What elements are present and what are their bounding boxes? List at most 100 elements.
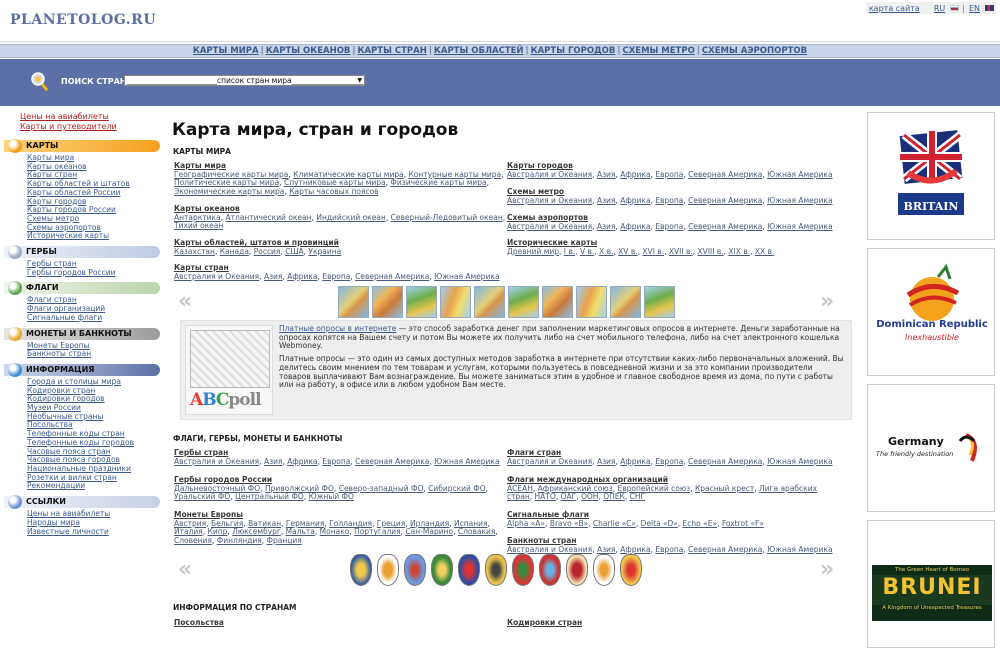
category-link[interactable]: Северная Америка — [355, 272, 429, 281]
category-link[interactable]: Африка — [620, 170, 650, 179]
category-link[interactable]: Alpha «A» — [507, 519, 545, 528]
category-link[interactable]: Европа — [655, 545, 683, 554]
category-link[interactable]: Австралия и Океания — [507, 545, 592, 554]
nav-link[interactable]: КАРТЫ МИРА — [193, 46, 259, 56]
category-link[interactable]: Африка — [620, 545, 650, 554]
map-thumbnail[interactable] — [406, 286, 437, 318]
category-link[interactable]: ОПЕК — [603, 492, 625, 501]
category-link[interactable]: Монако — [320, 527, 350, 536]
category-link[interactable]: Сан-Марино — [405, 527, 453, 536]
category-link[interactable]: Северная Америка — [688, 222, 762, 231]
map-thumbnail[interactable] — [474, 286, 505, 318]
germany-ad[interactable]: Germany The friendly destination — [867, 384, 995, 512]
coat-of-arms-thumbnail[interactable] — [539, 554, 561, 586]
category-link[interactable]: Южный ФО — [309, 492, 354, 501]
category-link[interactable]: Северная Америка — [355, 457, 429, 466]
sidebar-section-header[interactable]: КАРТЫ — [4, 139, 160, 153]
category-link[interactable]: США — [285, 247, 303, 256]
category-link[interactable]: XIX в. — [728, 247, 750, 256]
country-select[interactable]: ________________________список стран мир… — [124, 75, 365, 86]
category-link[interactable]: Азия — [597, 457, 616, 466]
category-link[interactable]: Африка — [287, 457, 317, 466]
category-link[interactable]: Северная Америка — [688, 196, 762, 205]
lang-en-link[interactable]: EN — [966, 4, 983, 13]
category-link[interactable]: ООН — [581, 492, 598, 501]
nav-link[interactable]: КАРТЫ СТРАН — [358, 46, 427, 56]
map-thumbnail[interactable] — [508, 286, 539, 318]
map-thumbnail[interactable] — [338, 286, 369, 318]
category-link[interactable]: СНГ — [630, 492, 645, 501]
category-link[interactable]: ОАГ — [561, 492, 577, 501]
category-link[interactable]: Австралия и Океания — [507, 170, 592, 179]
brunei-ad[interactable]: The Green Heart of Borneo BRUNEI A Kingd… — [867, 520, 995, 648]
map-thumbnail[interactable] — [440, 286, 471, 318]
sidebar-section-header[interactable]: ФЛАГИ — [4, 281, 160, 296]
category-link[interactable]: Европа — [322, 272, 350, 281]
carousel-prev-button[interactable]: « — [178, 291, 192, 313]
map-thumbnail[interactable] — [542, 286, 573, 318]
category-link[interactable]: Индийский океан — [316, 213, 385, 222]
category-link[interactable]: Европа — [655, 222, 683, 231]
category-link[interactable]: Charlie «C» — [593, 519, 636, 528]
sidebar-link[interactable]: Сигнальные флаги — [27, 313, 160, 323]
category-link[interactable]: XX в. — [755, 247, 774, 256]
sidebar-link[interactable]: Исторические карты — [27, 232, 160, 241]
category-link[interactable]: Европа — [655, 196, 683, 205]
sidebar-link[interactable]: Известные личности — [27, 527, 160, 537]
coat-of-arms-thumbnail[interactable] — [404, 554, 426, 586]
lang-ru-link[interactable]: RU — [931, 4, 948, 13]
category-link[interactable]: Южная Америка — [434, 272, 499, 281]
category-link[interactable]: Азия — [597, 170, 616, 179]
coat-of-arms-thumbnail[interactable] — [485, 554, 507, 586]
category-link[interactable]: XVIII в. — [698, 247, 724, 256]
category-link[interactable]: V в. — [580, 247, 594, 256]
category-link[interactable]: Австралия и Океания — [174, 272, 259, 281]
category-link[interactable]: Азия — [597, 196, 616, 205]
coat-of-arms-thumbnail[interactable] — [350, 554, 372, 586]
category-link[interactable]: Россия — [254, 247, 281, 256]
category-link[interactable]: XV в. — [618, 247, 637, 256]
category-link[interactable]: Южная Америка — [767, 545, 832, 554]
sidebar-section-header[interactable]: МОНЕТЫ И БАНКНОТЫ — [4, 326, 160, 341]
category-link[interactable]: Словакия — [458, 527, 496, 536]
category-title[interactable]: Посольства — [174, 618, 506, 628]
category-link[interactable]: Европа — [655, 457, 683, 466]
category-link[interactable]: Северная Америка — [688, 545, 762, 554]
nav-link[interactable]: КАРТЫ ГОРОДОВ — [531, 46, 616, 56]
category-link[interactable]: Bravo «B» — [550, 519, 588, 528]
nav-link[interactable]: КАРТЫ ОКЕАНОВ — [266, 46, 351, 56]
category-link[interactable]: X в. — [599, 247, 613, 256]
nav-link[interactable]: СХЕМЫ МЕТРО — [622, 46, 694, 56]
category-link[interactable]: Европа — [322, 457, 350, 466]
category-link[interactable]: Канада — [220, 247, 249, 256]
sidebar-top-link[interactable]: Карты и путеводители — [20, 122, 160, 132]
category-link[interactable]: Южная Америка — [434, 457, 499, 466]
category-link[interactable]: Экономические карты мира — [174, 187, 284, 196]
category-link[interactable]: Африка — [620, 196, 650, 205]
coat-of-arms-thumbnail[interactable] — [593, 554, 615, 586]
coat-of-arms-thumbnail[interactable] — [620, 554, 642, 586]
coat-of-arms-thumbnail[interactable] — [566, 554, 588, 586]
category-link[interactable]: Южная Америка — [767, 196, 832, 205]
category-link[interactable]: Тихий океан — [174, 221, 223, 230]
category-link[interactable]: Австралия и Океания — [174, 457, 259, 466]
category-link[interactable]: Древний мир — [507, 247, 559, 256]
chevron-down-icon[interactable]: ▼ — [357, 76, 362, 85]
sitemap-link[interactable]: карта сайта — [866, 4, 923, 13]
category-link[interactable]: Австралия и Океания — [507, 222, 592, 231]
category-link[interactable]: Африка — [620, 457, 650, 466]
category-link[interactable]: Карты часовых поясов — [289, 187, 378, 196]
sidebar-link[interactable]: Гербы городов России — [27, 268, 160, 278]
sidebar-section-header[interactable]: ИНФОРМАЦИЯ — [4, 362, 160, 377]
sidebar-section-header[interactable]: ГЕРБЫ — [4, 245, 160, 260]
category-link[interactable]: Азия — [597, 545, 616, 554]
britain-ad[interactable]: BRITAIN — [867, 112, 995, 240]
category-link[interactable]: Северная Америка — [688, 170, 762, 179]
category-link[interactable]: Физические карты мира — [390, 178, 486, 187]
category-link[interactable]: Австралия и Океания — [507, 457, 592, 466]
category-link[interactable]: Сибирский ФО — [428, 484, 486, 493]
site-logo[interactable]: PLANETOLOG.RU — [10, 12, 156, 28]
coat-of-arms-thumbnail[interactable] — [458, 554, 480, 586]
category-link[interactable]: Казахстан — [174, 247, 215, 256]
nav-link[interactable]: СХЕМЫ АЭРОПОРТОВ — [702, 46, 807, 56]
